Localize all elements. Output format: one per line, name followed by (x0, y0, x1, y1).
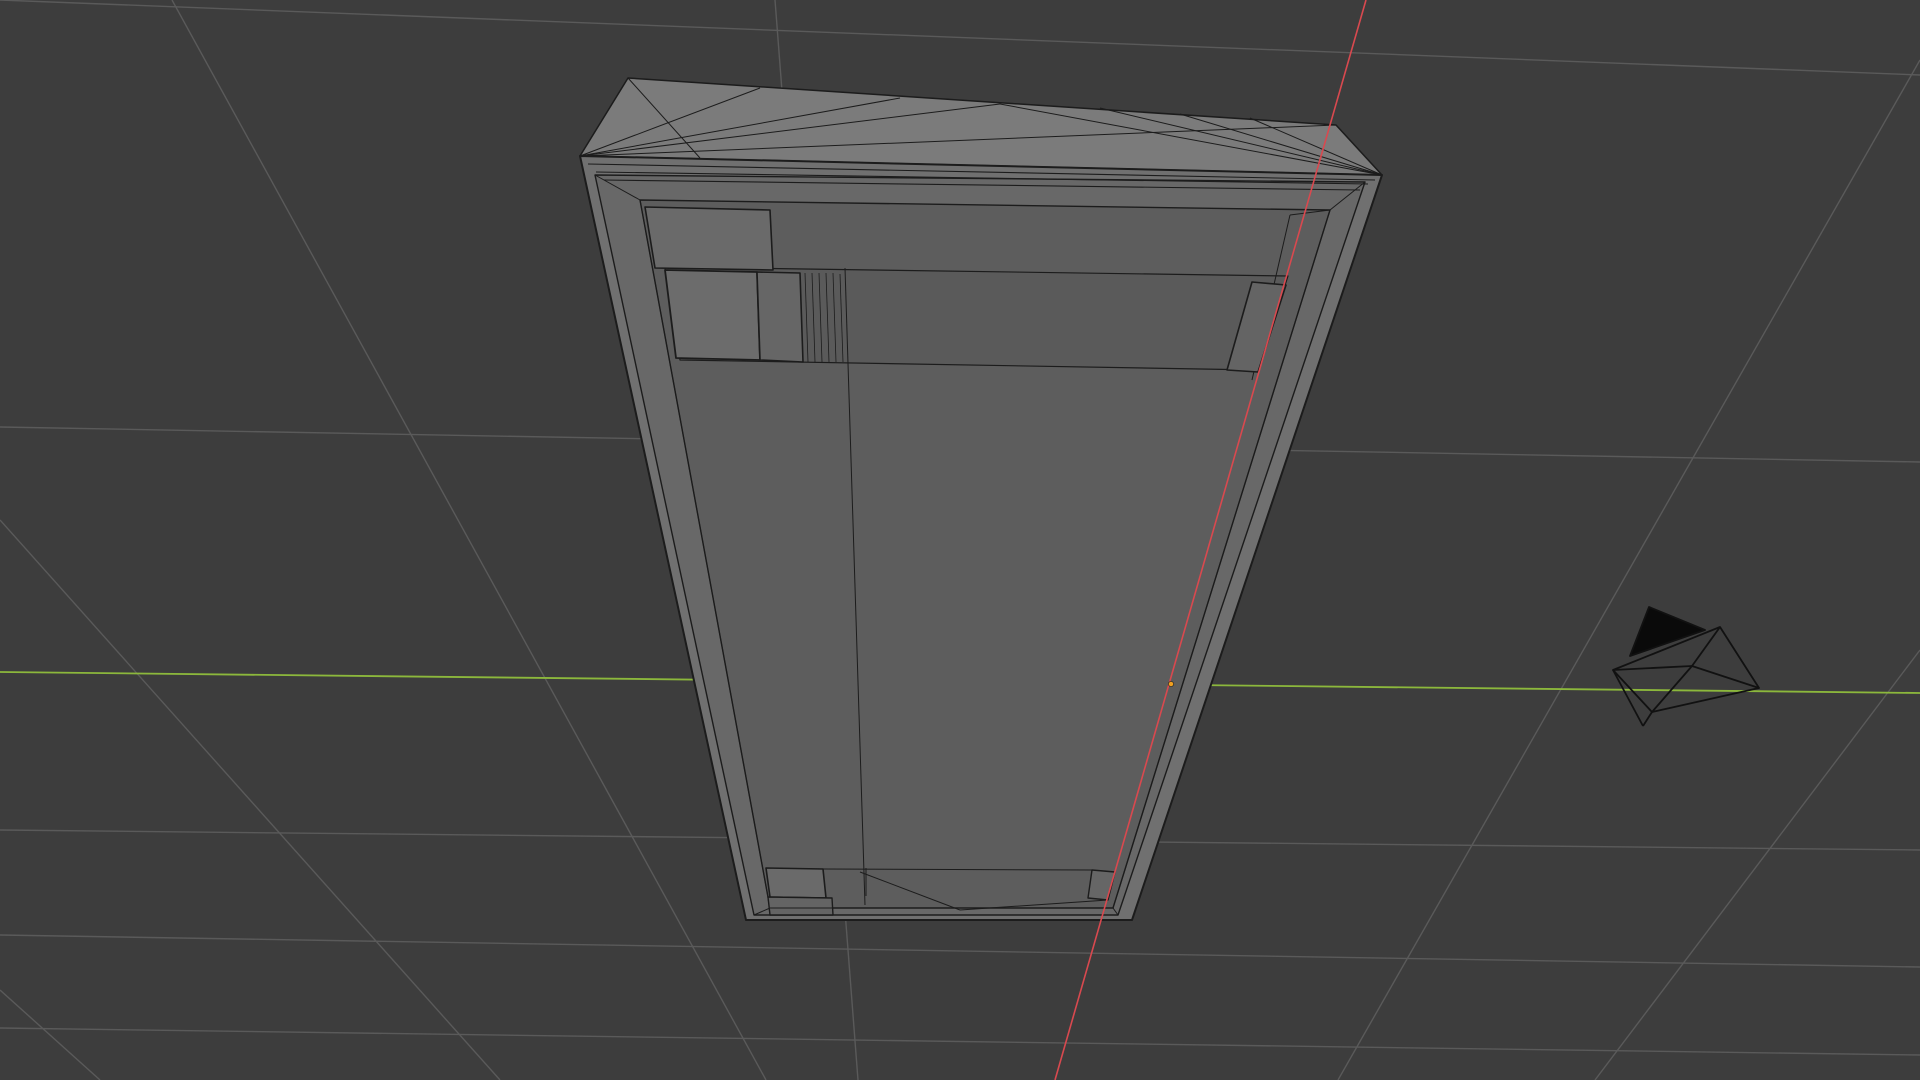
mesh-block-top-left-side (756, 271, 804, 363)
object-origin-dot[interactable] (1168, 681, 1174, 687)
mesh-enclosure-box[interactable] (579, 77, 1383, 921)
mesh-block-bottom-left (765, 867, 827, 899)
camera-object-icon[interactable] (1612, 606, 1760, 727)
mesh-block-top-left-upper (644, 206, 774, 271)
grid-line (0, 934, 1920, 968)
grid-line (0, 519, 501, 1080)
viewport-canvas[interactable] (0, 0, 1920, 1080)
mesh-block-bottom-left-2 (767, 896, 834, 916)
grid-line (1337, 59, 1920, 1080)
mesh-block-top-left-main (664, 269, 761, 361)
grid-line (0, 0, 1920, 76)
grid-line (1594, 649, 1920, 1080)
grid-line (0, 989, 101, 1080)
3d-viewport[interactable] (0, 0, 1920, 1080)
